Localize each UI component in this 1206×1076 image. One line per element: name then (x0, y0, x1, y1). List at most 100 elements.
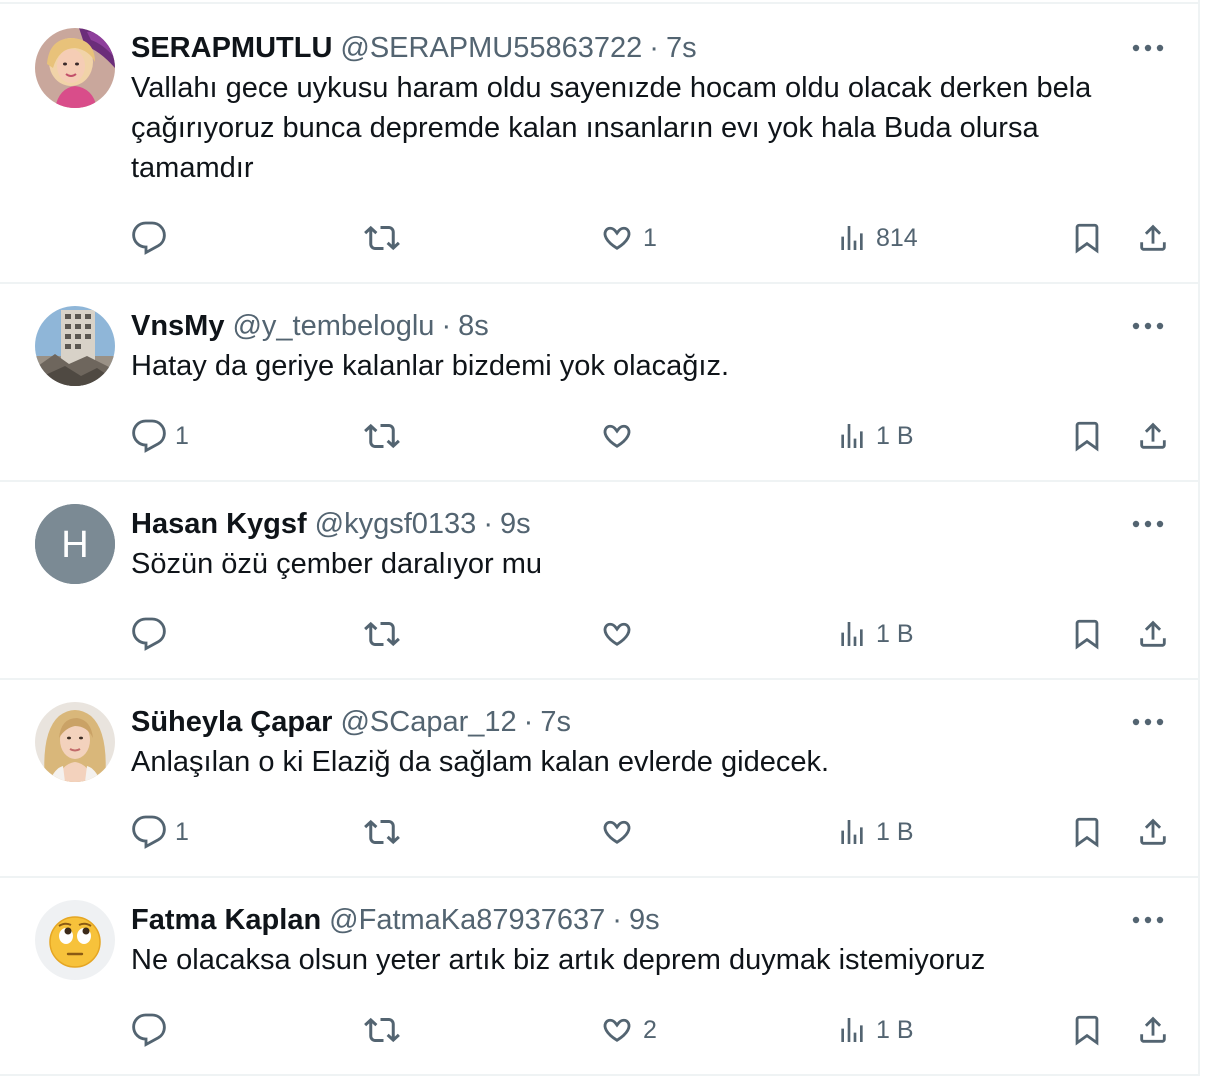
avatar[interactable]: H (35, 504, 115, 584)
tweet-header: VnsMy @y_tembeloglu · 8s (131, 306, 1168, 346)
views-button[interactable]: 1 B (836, 614, 914, 654)
share-icon (1140, 422, 1166, 449)
heart-icon (603, 820, 631, 844)
views-count: 1 B (876, 817, 914, 846)
views-icon (841, 622, 863, 646)
share-icon (1140, 620, 1166, 647)
like-button[interactable]: 1 (599, 218, 657, 258)
timestamp[interactable]: 7s (666, 32, 697, 65)
tweet[interactable]: Süheyla Çapar @SCapar_12 · 7s Anlaşılan … (0, 680, 1198, 878)
share-button[interactable] (1136, 812, 1170, 852)
reply-button[interactable] (131, 218, 175, 258)
like-button[interactable]: 2 (599, 1010, 657, 1050)
retweet-button[interactable] (363, 812, 401, 852)
tweet[interactable]: Fatma Kaplan @FatmaKa87937637 · 9s Ne ol… (0, 878, 1198, 1076)
retweet-button[interactable] (363, 614, 401, 654)
heart-icon (603, 1018, 631, 1042)
bookmark-button[interactable] (1070, 218, 1104, 258)
tweet-actions: 2 1 B (131, 1010, 1170, 1050)
tweet-content: SERAPMUTLU @SERAPMU55863722 · 7s Vallahı… (131, 28, 1168, 188)
timestamp[interactable]: 8s (458, 310, 489, 343)
reply-button[interactable] (131, 1010, 175, 1050)
views-button[interactable]: 814 (836, 218, 918, 258)
more-options-button[interactable] (1128, 702, 1168, 742)
tweet[interactable]: H Hasan Kygsf @kygsf0133 · 9s Sözün özü … (0, 482, 1198, 680)
share-button[interactable] (1136, 1010, 1170, 1050)
tweet-text: Hatay da geriye kalanlar bizdemi yok ola… (131, 350, 730, 382)
bookmark-icon (1075, 1015, 1099, 1046)
avatar[interactable] (35, 702, 115, 782)
display-name[interactable]: Hasan Kygsf (131, 508, 307, 541)
reply-count: 1 (175, 421, 189, 450)
like-button[interactable] (599, 416, 643, 456)
retweet-icon (364, 819, 400, 845)
share-button[interactable] (1136, 614, 1170, 654)
views-icon (841, 1018, 863, 1042)
more-options-button[interactable] (1128, 28, 1168, 68)
reply-button[interactable] (131, 614, 175, 654)
reply-button[interactable]: 1 (131, 812, 189, 852)
reply-count: 1 (175, 817, 189, 846)
bookmark-button[interactable] (1070, 1010, 1104, 1050)
retweet-button[interactable] (363, 416, 401, 456)
bookmark-button[interactable] (1070, 812, 1104, 852)
avatar[interactable] (35, 900, 115, 980)
tweet-text: Vallahı gece uykusu haram oldu sayenızde… (131, 72, 1092, 184)
like-button[interactable] (599, 812, 643, 852)
display-name[interactable]: Fatma Kaplan (131, 904, 321, 937)
views-button[interactable]: 1 B (836, 1010, 914, 1050)
tweet[interactable]: VnsMy @y_tembeloglu · 8s Hatay da geriye… (0, 284, 1198, 482)
bookmark-icon (1075, 421, 1099, 452)
retweet-button[interactable] (363, 1010, 401, 1050)
like-count: 2 (643, 1015, 657, 1044)
reply-icon (132, 419, 166, 453)
timestamp[interactable]: 9s (629, 904, 660, 937)
user-handle[interactable]: @y_tembeloglu (232, 310, 434, 343)
user-handle[interactable]: @kygsf0133 (315, 508, 477, 541)
avatar[interactable] (35, 306, 115, 386)
bookmark-button[interactable] (1070, 614, 1104, 654)
tweet-feed: SERAPMUTLU @SERAPMU55863722 · 7s Vallahı… (0, 0, 1200, 1076)
tweet-header: Süheyla Çapar @SCapar_12 · 7s (131, 702, 1168, 742)
bookmark-icon (1075, 817, 1099, 848)
user-handle[interactable]: @SCapar_12 (340, 706, 516, 739)
share-icon (1140, 818, 1166, 845)
timestamp[interactable]: 9s (500, 508, 531, 541)
display-name[interactable]: Süheyla Çapar (131, 706, 332, 739)
views-button[interactable]: 1 B (836, 812, 914, 852)
tweet-text: Ne olacaksa olsun yeter artık biz artık … (131, 944, 986, 976)
display-name[interactable]: VnsMy (131, 310, 224, 343)
retweet-icon (364, 423, 400, 449)
tweet-header: Fatma Kaplan @FatmaKa87937637 · 9s (131, 900, 1168, 940)
reply-button[interactable]: 1 (131, 416, 189, 456)
like-count: 1 (643, 223, 657, 252)
views-button[interactable]: 1 B (836, 416, 914, 456)
more-icon (1132, 718, 1164, 726)
tweet-actions: 1 B (131, 614, 1170, 654)
share-button[interactable] (1136, 416, 1170, 456)
like-button[interactable] (599, 614, 643, 654)
more-options-button[interactable] (1128, 504, 1168, 544)
more-options-button[interactable] (1128, 306, 1168, 346)
share-button[interactable] (1136, 218, 1170, 258)
tweet-content: Süheyla Çapar @SCapar_12 · 7s Anlaşılan … (131, 702, 1168, 782)
tweet[interactable]: SERAPMUTLU @SERAPMU55863722 · 7s Vallahı… (0, 4, 1198, 284)
share-icon (1140, 224, 1166, 251)
views-count: 1 B (876, 1015, 914, 1044)
avatar[interactable] (35, 28, 115, 108)
tweet-actions: 1 1 B (131, 812, 1170, 852)
user-handle[interactable]: @FatmaKa87937637 (329, 904, 605, 937)
user-handle[interactable]: @SERAPMU55863722 (340, 32, 642, 65)
timestamp[interactable]: 7s (540, 706, 571, 739)
reply-icon (132, 617, 166, 651)
more-icon (1132, 322, 1164, 330)
tweet-text: Anlaşılan o ki Elaziğ da sağlam kalan ev… (131, 746, 830, 778)
more-options-button[interactable] (1128, 900, 1168, 940)
retweet-button[interactable] (363, 218, 401, 258)
tweet-header: Hasan Kygsf @kygsf0133 · 9s (131, 504, 1168, 544)
more-icon (1132, 520, 1164, 528)
separator-dot: · (483, 507, 493, 540)
tweet-text: Sözün özü çember daralıyor mu (131, 548, 543, 580)
display-name[interactable]: SERAPMUTLU (131, 32, 332, 65)
bookmark-button[interactable] (1070, 416, 1104, 456)
